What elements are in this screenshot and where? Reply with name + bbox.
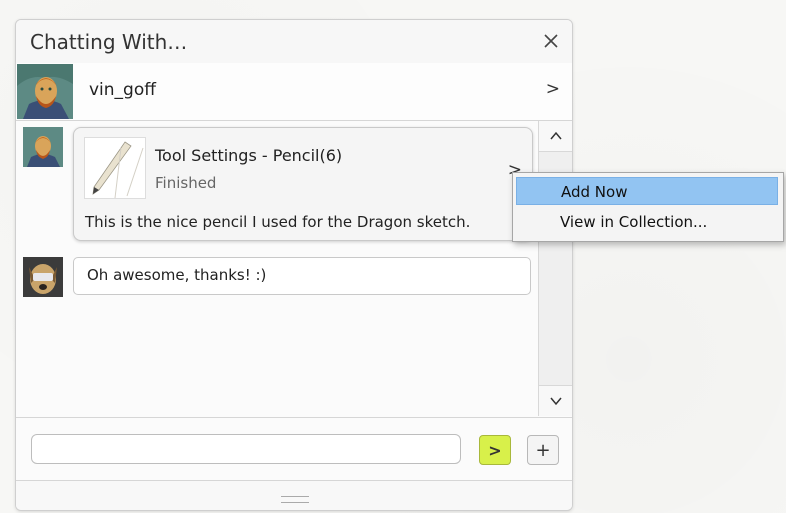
tool-title: Tool Settings - Pencil(6) [155, 146, 343, 165]
contact-row[interactable]: vin_goff > [16, 63, 572, 121]
scroll-down-button[interactable] [539, 385, 572, 416]
composer: > + [16, 417, 572, 481]
chevron-down-icon [550, 397, 562, 406]
sender-avatar [23, 127, 63, 167]
contact-name: vin_goff [89, 80, 156, 100]
close-icon [544, 34, 558, 48]
context-menu: Add Now View in Collection... [512, 172, 784, 242]
menu-item-label: Add Now [561, 183, 628, 201]
chat-window: Chatting With… vin_goff > Tool Settings … [15, 19, 573, 511]
tool-status: Finished [155, 174, 217, 192]
window-title: Chatting With… [30, 30, 188, 54]
message-scrollbar[interactable] [538, 121, 572, 416]
chevron-right-icon: > [545, 79, 560, 99]
chevron-up-icon [550, 131, 562, 140]
close-button[interactable] [538, 28, 564, 54]
add-attachment-button[interactable]: + [527, 435, 559, 465]
menu-item-view-in-collection[interactable]: View in Collection... [516, 208, 778, 236]
scroll-up-button[interactable] [539, 121, 572, 152]
contact-avatar [17, 64, 73, 119]
resize-handle[interactable] [16, 480, 572, 510]
title-bar: Chatting With… [16, 20, 572, 64]
message-bubble: Oh awesome, thanks! :) [73, 257, 531, 295]
send-button[interactable]: > [479, 435, 511, 465]
grip-icon [281, 496, 309, 503]
tool-settings-card[interactable]: Tool Settings - Pencil(6) Finished > Thi… [73, 127, 533, 241]
pencil-thumbnail-icon [84, 137, 146, 199]
menu-item-add-now[interactable]: Add Now [516, 177, 778, 205]
message-text: Oh awesome, thanks! :) [87, 266, 267, 284]
tool-description: This is the nice pencil I used for the D… [85, 213, 471, 231]
message-list: Tool Settings - Pencil(6) Finished > Thi… [16, 121, 538, 416]
menu-item-label: View in Collection... [560, 213, 708, 231]
user-avatar [23, 257, 63, 297]
message-input[interactable] [31, 434, 461, 464]
